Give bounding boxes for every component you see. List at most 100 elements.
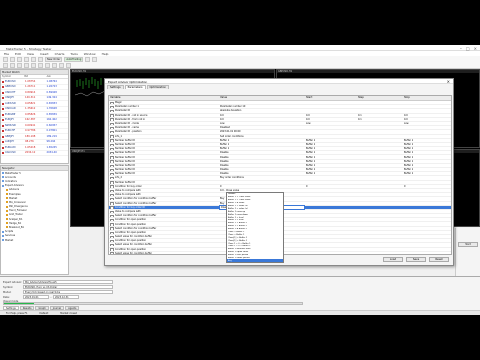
new-order-button[interactable]: New Order xyxy=(45,57,63,62)
value-dropdown-list[interactable]: Disable Buffer 1 < Close value Buffer 1 > … xyxy=(226,192,284,263)
start-cell[interactable]: 0 xyxy=(305,185,357,188)
dialog-tab-optimization[interactable]: Optimization xyxy=(146,85,170,89)
start-cell[interactable]: Buffer 1 xyxy=(305,156,357,159)
col-value[interactable]: Value xyxy=(219,96,305,100)
period-d1-button[interactable] xyxy=(66,63,71,68)
col-stop[interactable]: Stop xyxy=(403,96,451,100)
value-cell[interactable]: Buffer 1 xyxy=(219,143,305,146)
navigator-item[interactable]: Market xyxy=(1,238,68,242)
start-cell[interactable]: Buffer 1 xyxy=(305,143,357,146)
fibonacci-icon[interactable] xyxy=(24,63,29,68)
start-cell[interactable]: Buffer 1 xyxy=(305,139,357,142)
stop-cell[interactable]: Low xyxy=(403,122,451,125)
col-ask[interactable]: Ask xyxy=(46,75,68,78)
start-cell[interactable]: 0.0 xyxy=(305,118,357,121)
sell-button[interactable] xyxy=(92,57,98,62)
start-cell[interactable]: Buffer 1 xyxy=(305,164,357,167)
load-button[interactable]: Load xyxy=(383,257,403,262)
dialog-tab-parameters[interactable]: Parameters xyxy=(124,85,146,89)
stop-cell[interactable]: Buffer 1 xyxy=(403,143,451,146)
reset-button[interactable]: Reset xyxy=(429,257,449,262)
market-watch-row[interactable]: XAUUSD 2034.12 2034.40 xyxy=(1,151,68,156)
menu-charts[interactable]: Charts xyxy=(55,52,65,56)
value-cell[interactable]: Low xyxy=(219,122,305,125)
stop-cell[interactable]: Buffer 1 xyxy=(403,172,451,175)
menu-edit[interactable]: Edit xyxy=(15,52,21,56)
value-cell[interactable]: Buffer 1 xyxy=(219,139,305,142)
value-cell[interactable]: Buffer 1 xyxy=(219,147,305,150)
menu-help[interactable]: Help xyxy=(102,52,109,56)
menu-window[interactable]: Window xyxy=(84,52,96,56)
value-cell[interactable]: 2023.01.01 00:00 xyxy=(219,130,305,133)
stop-cell[interactable]: Buffer 1 xyxy=(403,147,451,150)
menu-insert[interactable]: Insert xyxy=(40,52,49,56)
start-cell[interactable]: Buffer 1 xyxy=(305,147,357,150)
value-cell[interactable]: Disable xyxy=(219,156,305,159)
start-cell[interactable]: Buffer 1 xyxy=(305,151,357,154)
dialog-close-icon[interactable]: × xyxy=(447,79,450,84)
value-cell[interactable]: 0.0 xyxy=(219,118,305,121)
col-step[interactable]: Step xyxy=(357,96,403,100)
start-cell[interactable]: 0.0 xyxy=(305,114,357,117)
stop-cell[interactable]: Buffer 1 xyxy=(403,160,451,163)
stop-cell[interactable]: 0.0 xyxy=(403,118,451,121)
period-m1-button[interactable] xyxy=(52,63,57,68)
value-cell[interactable]: Buy order conditions xyxy=(219,176,305,179)
value-cell[interactable]: Sell order conditions xyxy=(219,135,305,138)
col-bid[interactable]: Bid xyxy=(23,75,45,78)
value-cell[interactable]: 0.0 xyxy=(219,114,305,117)
stop-cell[interactable]: Buffer 1 xyxy=(403,156,451,159)
line-tool-icon[interactable] xyxy=(10,63,15,68)
terminal-button[interactable] xyxy=(31,57,36,62)
zoom-out-icon[interactable] xyxy=(45,63,50,68)
buy-button[interactable] xyxy=(85,57,91,62)
start-cell[interactable]: Buffer 1 xyxy=(305,160,357,163)
col-variable[interactable]: Variable xyxy=(109,96,219,100)
trendline-icon[interactable] xyxy=(17,63,22,68)
value-cell[interactable]: Disable xyxy=(219,168,305,171)
value-cell[interactable]: Disabled xyxy=(219,126,305,129)
value-cell[interactable]: Disable xyxy=(219,151,305,154)
tester-button[interactable] xyxy=(38,57,43,62)
start-button[interactable]: Start xyxy=(458,242,478,247)
save-button[interactable]: Save xyxy=(406,257,426,262)
value-cell[interactable]: absolute deviation xyxy=(219,109,305,112)
crosshair-icon[interactable] xyxy=(3,63,8,68)
menu-view[interactable]: View xyxy=(27,52,34,56)
menu-tools[interactable]: Tools xyxy=(70,52,77,56)
stop-cell[interactable]: 0.0 xyxy=(403,114,451,117)
menu-file[interactable]: File xyxy=(4,52,9,56)
value-cell[interactable]: Disable xyxy=(219,164,305,167)
start-cell[interactable]: Buffer 1 xyxy=(305,168,357,171)
navigator-button[interactable] xyxy=(24,57,29,62)
col-symbol[interactable]: Symbol xyxy=(1,75,23,78)
stop-cell[interactable]: Buffer 1 xyxy=(403,139,451,142)
value-cell[interactable]: Disable xyxy=(219,160,305,163)
stop-cell[interactable]: Buffer 1 xyxy=(403,164,451,167)
stop-cell[interactable]: Buffer 1 xyxy=(403,151,451,154)
stop-cell[interactable]: Buffer 1 xyxy=(403,168,451,171)
value-cell[interactable]: Parameter number 10 xyxy=(219,105,305,108)
stop-cell[interactable]: 0 xyxy=(403,185,451,188)
autotrading-button[interactable]: AutoTrading xyxy=(64,57,84,62)
new-chart-button[interactable] xyxy=(3,57,8,62)
step-cell[interactable]: 0.1 xyxy=(357,118,403,121)
date-to-field[interactable]: 2023.12.31 xyxy=(53,295,79,299)
dropdown-option[interactable]: Any xyxy=(227,259,283,263)
step-cell[interactable]: 0.1 xyxy=(357,114,403,117)
market-watch-button[interactable] xyxy=(17,57,22,62)
model-select[interactable]: Every tick based on real ticks xyxy=(23,290,113,294)
symbol-select[interactable]: EURUSD, Euro vs US Dollar xyxy=(23,285,113,289)
dialog-tab-settings[interactable]: Settings xyxy=(107,85,124,89)
start-cell[interactable]: Buffer 1 xyxy=(305,172,357,175)
date-from-field[interactable]: 2023.01.01 xyxy=(23,295,49,299)
start-cell[interactable]: Low xyxy=(305,122,357,125)
value-cell[interactable]: Disable xyxy=(219,172,305,175)
value-cell[interactable]: 0 xyxy=(219,185,305,188)
col-start[interactable]: Start xyxy=(305,96,357,100)
profiles-button[interactable] xyxy=(10,57,15,62)
zoom-in-icon[interactable] xyxy=(38,63,43,68)
period-h1-button[interactable] xyxy=(59,63,64,68)
text-tool-icon[interactable] xyxy=(31,63,36,68)
expert-select[interactable]: MA_Advisor\AdvisorEA.ex5 xyxy=(23,280,113,284)
